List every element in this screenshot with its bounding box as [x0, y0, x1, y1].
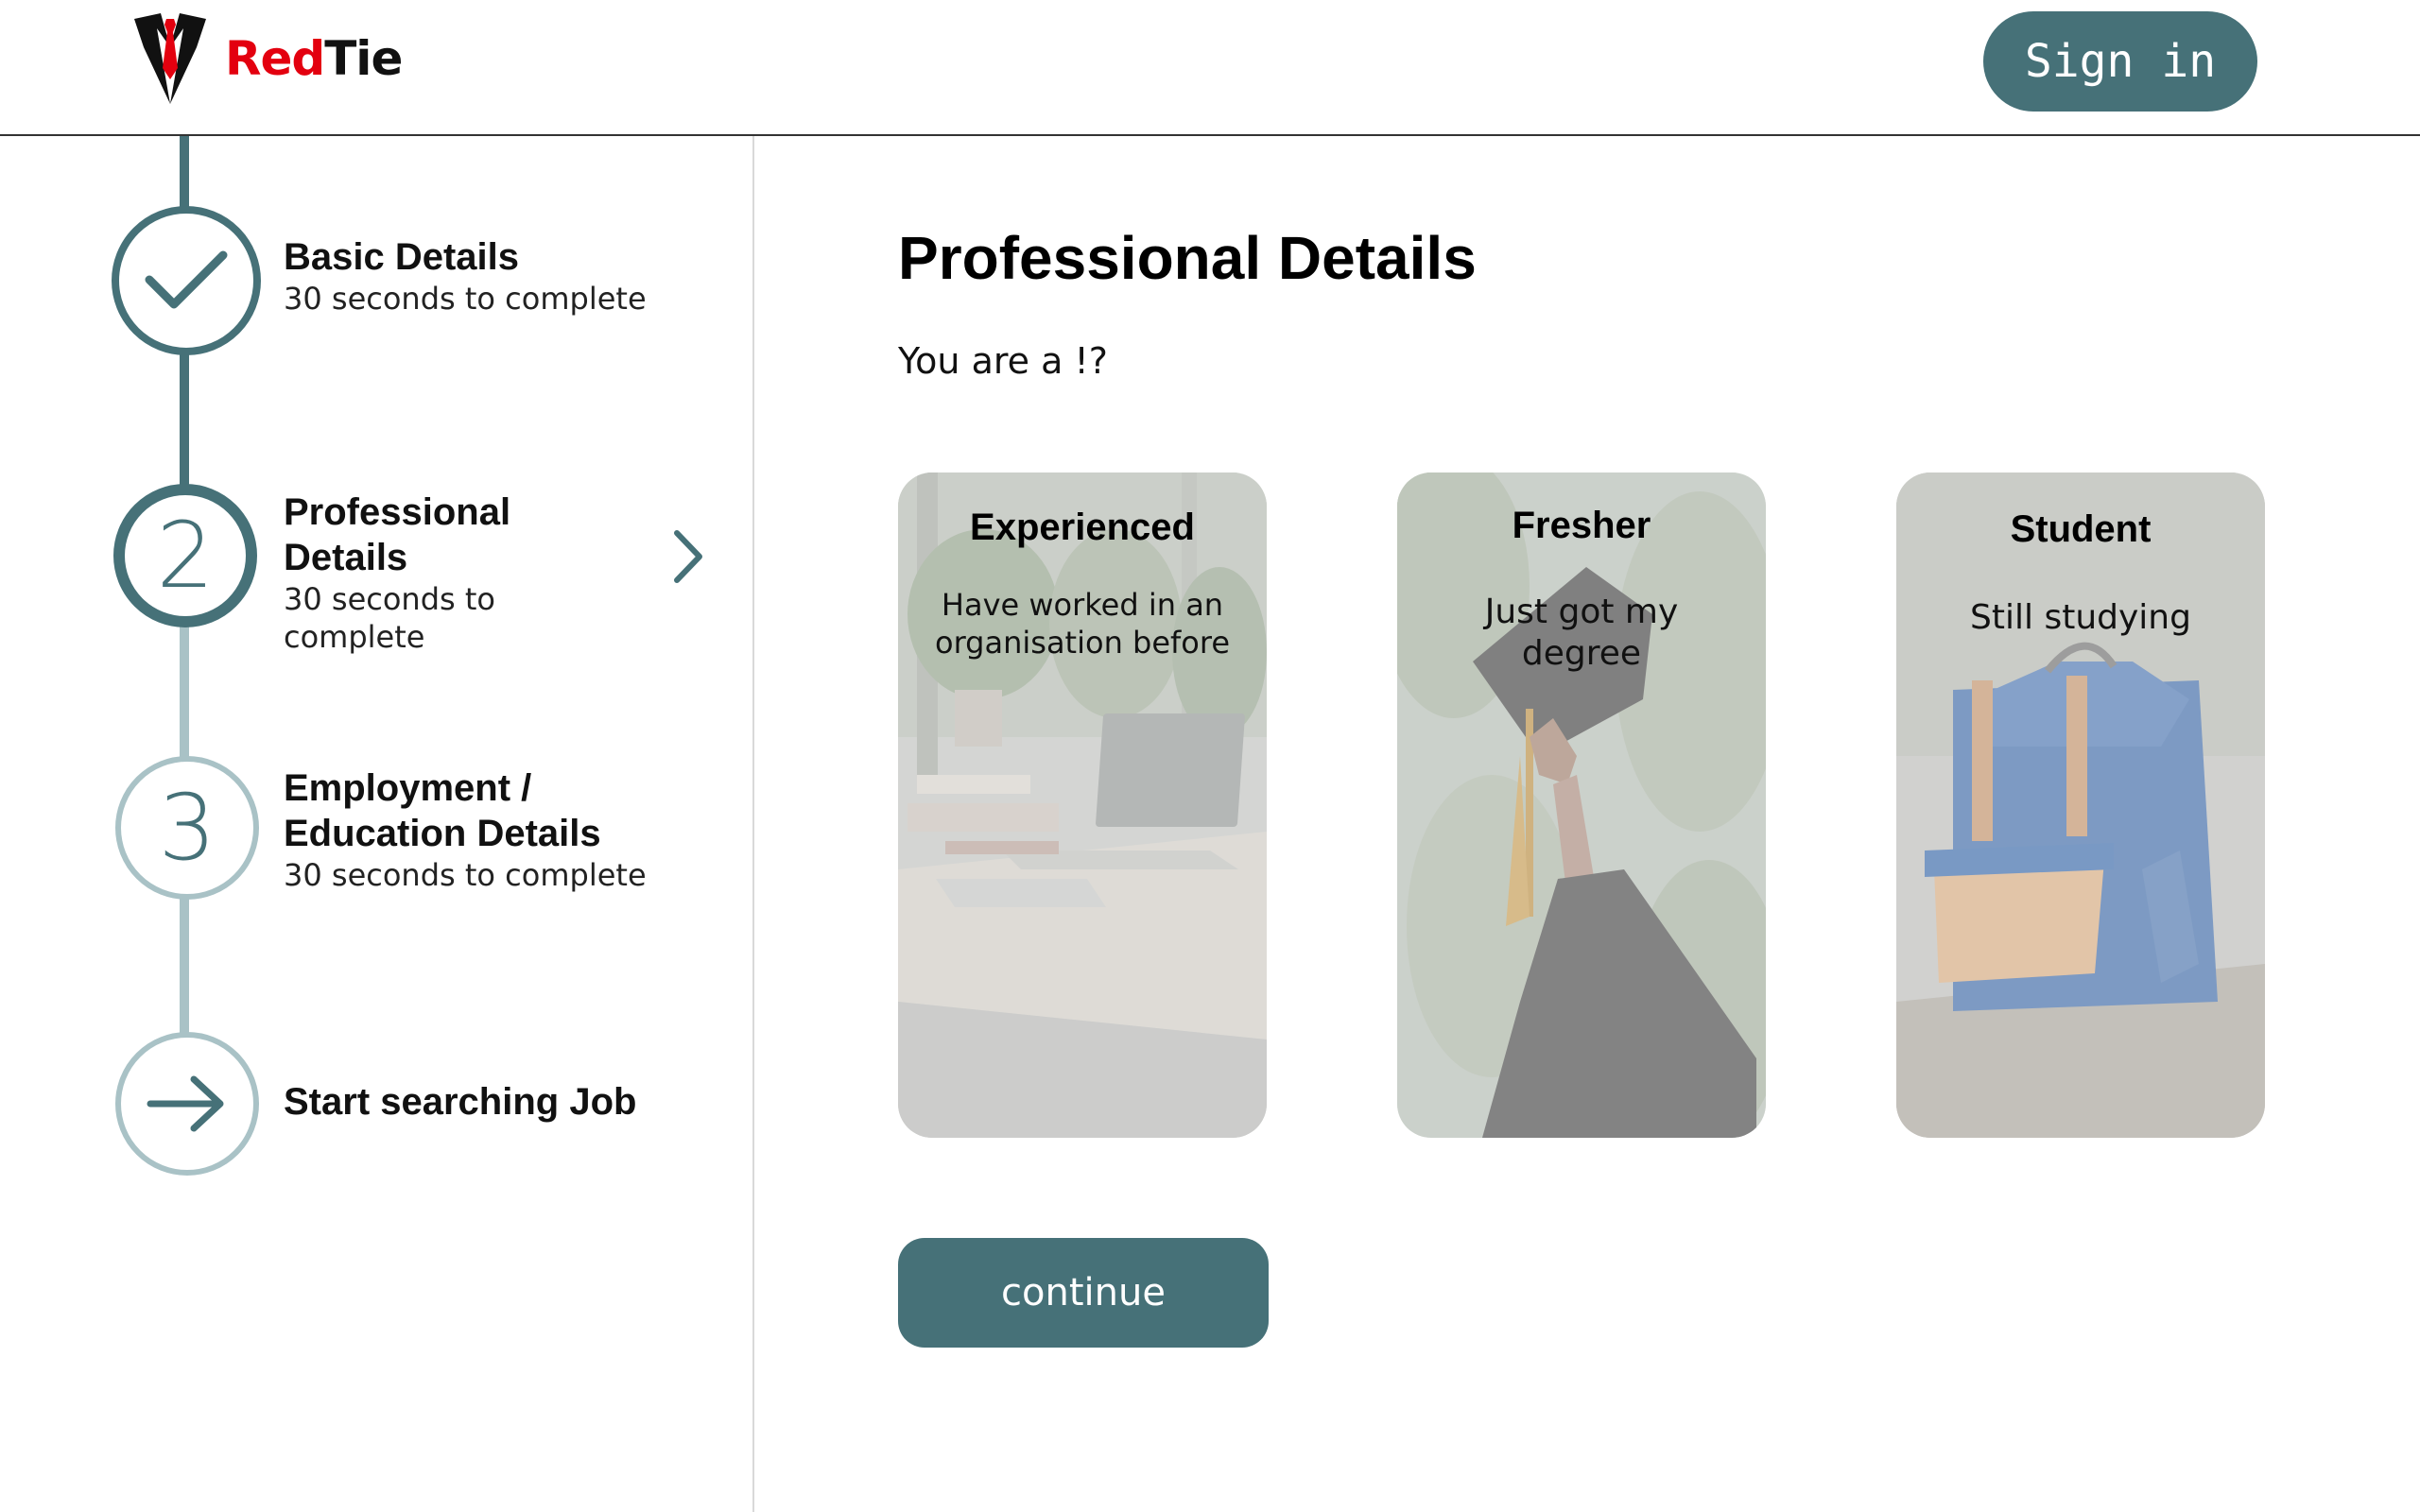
brand-name-red: Red	[225, 31, 325, 86]
arrow-right-icon	[147, 1075, 224, 1132]
chevron-right-icon	[674, 530, 702, 583]
progress-sidebar: Basic Details 30 seconds to complete 2 P…	[0, 136, 754, 1512]
check-icon	[145, 250, 228, 309]
option-description-line-2: degree	[1521, 634, 1642, 673]
step-4-title: Start searching Job	[284, 1081, 637, 1123]
step-3-circle[interactable]: 3	[115, 756, 259, 900]
option-card-student[interactable]: Student Still studying	[1896, 472, 2265, 1138]
option-title: Student	[2010, 508, 2152, 550]
option-title: Fresher	[1512, 505, 1651, 546]
step-3-number: 3	[158, 775, 216, 881]
option-description: Still studying	[1915, 599, 2246, 637]
step-2-title: Professional Details	[284, 491, 511, 578]
step-2-text[interactable]: Professional Details 30 seconds to compl…	[284, 490, 643, 656]
step-2-circle[interactable]: 2	[113, 484, 257, 627]
step-4-text[interactable]: Start searching Job	[284, 1079, 636, 1125]
step-4-circle[interactable]	[115, 1032, 259, 1176]
question-text: You are a !?	[898, 340, 1108, 382]
step-1-title: Basic Details	[284, 236, 520, 278]
sign-in-button[interactable]: Sign in	[1983, 11, 2257, 112]
step-3-subtitle: 30 seconds to complete	[284, 857, 647, 893]
option-description-line-1: Still studying	[1970, 598, 2191, 637]
option-description-line-1: Have worked in an	[941, 587, 1224, 623]
continue-button[interactable]: continue	[898, 1238, 1269, 1348]
option-description: Just got my degree	[1416, 592, 1747, 675]
step-3-text[interactable]: Employment / Education Details 30 second…	[284, 765, 652, 894]
option-card-experienced[interactable]: Experienced Have worked in an organisati…	[898, 472, 1267, 1138]
option-title: Experienced	[970, 507, 1195, 548]
step-3-title: Employment / Education Details	[284, 767, 601, 854]
brand-name-dark: Tie	[324, 31, 403, 86]
step-1-text[interactable]: Basic Details 30 seconds to complete	[284, 234, 647, 318]
office-desk-image	[898, 472, 1267, 1138]
tie-logo-icon	[134, 13, 206, 104]
brand-name: RedTie	[225, 31, 403, 86]
option-description-line-1: Just got my	[1484, 593, 1679, 631]
page-title: Professional Details	[898, 224, 1477, 292]
step-2-subtitle: 30 seconds to complete	[284, 581, 495, 655]
option-description-line-2: organisation before	[935, 625, 1230, 661]
option-description: Have worked in an organisation before	[917, 586, 1248, 662]
step-2-number: 2	[156, 503, 215, 609]
step-connector-top	[180, 136, 189, 208]
step-1-circle[interactable]	[112, 206, 261, 355]
backpack-image	[1896, 472, 2265, 1138]
brand-logo[interactable]: RedTie	[129, 9, 403, 108]
graduation-cap-image	[1397, 472, 1766, 1138]
step-1-subtitle: 30 seconds to complete	[284, 281, 647, 317]
option-card-fresher[interactable]: Fresher Just got my degree	[1397, 472, 1766, 1138]
top-header: RedTie Sign in	[0, 0, 2420, 136]
